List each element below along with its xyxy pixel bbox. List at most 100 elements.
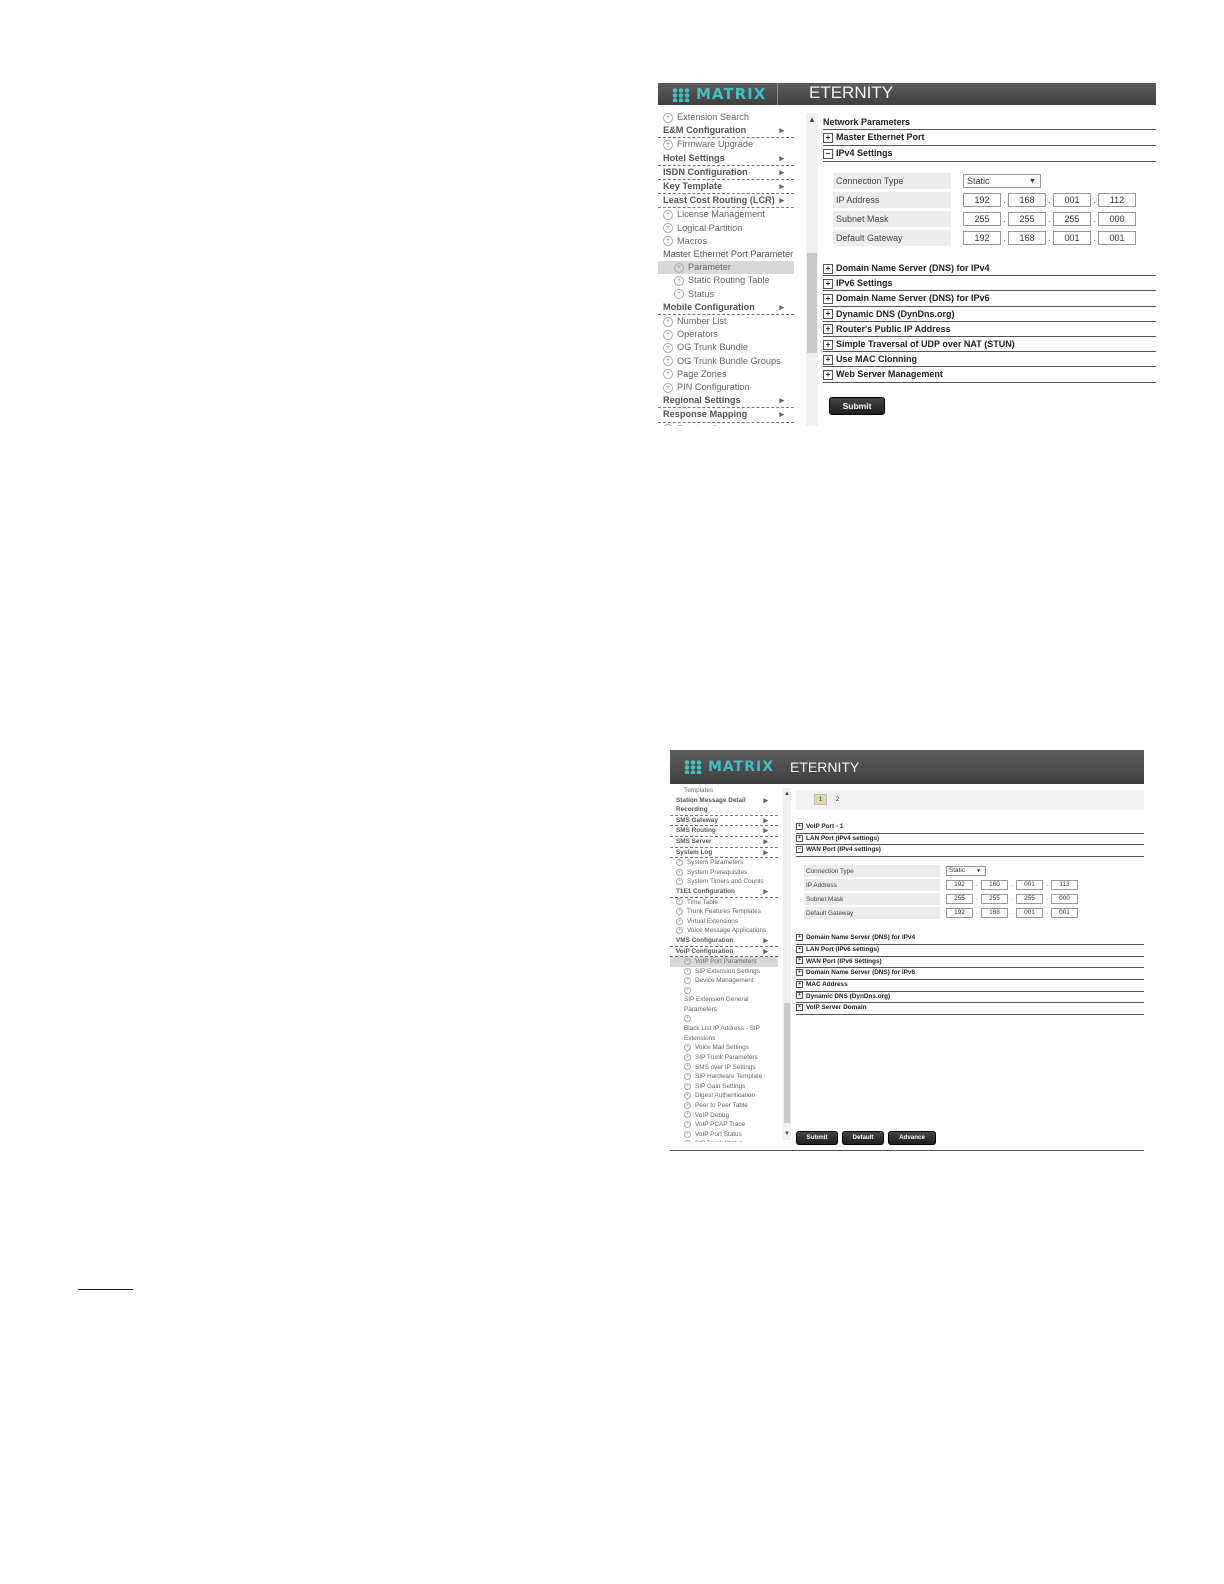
- section-ipv4-settings[interactable]: − IPv4 Settings: [823, 146, 1156, 162]
- sidebar-item-system-prerequisites[interactable]: + System Prerequisites: [670, 868, 778, 878]
- default-gateway-octet-3-input[interactable]: 001: [1053, 231, 1091, 245]
- sidebar-item-system-timers-and-counts[interactable]: + System Timers and Counts: [670, 877, 778, 887]
- sidebar-item-regional-settings[interactable]: Regional Settings: [658, 394, 794, 409]
- submit-button[interactable]: Submit: [796, 1131, 838, 1145]
- sidebar-item-sip-trunk-parameters[interactable]: + SIP Trunk Parameters: [670, 1053, 778, 1063]
- sidebar-item-black-list-ip-address-sip-extensions[interactable]: + Black List IP Address - SIP Extensions: [670, 1015, 778, 1044]
- sidebar-item-voice-message-applications[interactable]: + Voice Message Applications: [670, 926, 778, 936]
- expand-plus-icon[interactable]: +: [796, 822, 803, 830]
- sidebar-item-system-log[interactable]: System Log: [670, 848, 778, 859]
- ip-address-octet-1-input[interactable]: 192: [963, 193, 1001, 207]
- default-gateway-octet-1-input[interactable]: 192: [963, 231, 1001, 245]
- sidebar-item-isdn-configuration[interactable]: ISDN Configuration: [658, 166, 794, 181]
- section-wan-port-ipv4-settings[interactable]: − WAN Port (IPv4 settings): [796, 845, 1144, 858]
- default-gateway-octet-2-input[interactable]: 168: [981, 908, 1008, 919]
- expand-plus-icon[interactable]: +: [796, 933, 803, 941]
- default-button[interactable]: Default: [842, 1131, 884, 1145]
- expand-plus-icon[interactable]: +: [796, 980, 803, 988]
- sidebar-item-system-parameters[interactable]: + System Parameters: [670, 858, 778, 868]
- sidebar-item-sms-server[interactable]: SMS Server: [670, 837, 778, 848]
- section-voip-server-domain[interactable]: + VoIP Server Domain: [796, 1003, 1144, 1016]
- collapse-minus-icon[interactable]: −: [823, 148, 833, 159]
- ip-address-octet-3-input[interactable]: 001: [1016, 880, 1043, 891]
- sidebar-item-vms-configuration[interactable]: VMS Configuration: [670, 936, 778, 947]
- section-use-mac-clonning[interactable]: + Use MAC Clonning: [823, 352, 1156, 368]
- sidebar-item-least-cost-routing-lcr[interactable]: Least Cost Routing (LCR): [658, 194, 794, 209]
- sidebar-item-pin-configuration[interactable]: + PIN Configuration: [658, 381, 794, 394]
- scroll-up-arrow-icon[interactable]: ▲: [806, 115, 818, 125]
- sidebar-item-e-m-configuration[interactable]: E&M Configuration: [658, 124, 794, 139]
- expand-plus-icon[interactable]: +: [796, 1004, 803, 1012]
- sidebar-item-peer-to-peer-table[interactable]: + Peer to Peer Table: [670, 1101, 778, 1111]
- section-dynamic-dns-dyndns-org[interactable]: + Dynamic DNS (DynDns.org): [796, 992, 1144, 1004]
- sidebar-item-voip-debug[interactable]: + VoIP Debug: [670, 1111, 778, 1121]
- sidebar-item-operators[interactable]: + Operators: [658, 328, 794, 341]
- ip-address-octet-4-input[interactable]: 112: [1098, 193, 1136, 207]
- tab-page-2[interactable]: 2: [832, 795, 843, 804]
- sidebar-scrollbar[interactable]: ▲: [806, 113, 818, 426]
- sidebar-item-station-message-detail-recording[interactable]: Station Message Detail Recording: [670, 796, 778, 816]
- sidebar-item-key-template[interactable]: Key Template: [658, 180, 794, 195]
- scroll-up-arrow-icon[interactable]: ▲: [783, 789, 791, 799]
- section-domain-name-server-dns-for-ipv6[interactable]: + Domain Name Server (DNS) for IPv6: [823, 291, 1156, 307]
- section-domain-name-server-dns-for-ipv4[interactable]: + Domain Name Server (DNS) for IPv4: [796, 933, 1144, 945]
- section-voip-port-1[interactable]: + VoIP Port - 1: [796, 822, 1144, 834]
- ip-address-octet-2-input[interactable]: 168: [1008, 193, 1046, 207]
- sidebar-item-voip-port-parameters[interactable]: + VoIP Port Parameters: [670, 957, 778, 967]
- sidebar-item-master-ethernet-port-parameter[interactable]: Master Ethernet Port Parameter: [658, 248, 794, 261]
- default-gateway-octet-4-input[interactable]: 001: [1098, 231, 1136, 245]
- expand-plus-icon[interactable]: +: [823, 370, 833, 381]
- scrollbar-thumb[interactable]: [807, 253, 817, 353]
- sidebar-item-voip-port-status[interactable]: + VoIP Port Status: [670, 1130, 778, 1140]
- section-simple-traversal-of-udp-over-nat-stun[interactable]: + Simple Traversal of UDP over NAT (STUN): [823, 337, 1156, 353]
- scrollbar-thumb[interactable]: [784, 1003, 790, 1123]
- ip-address-octet-1-input[interactable]: 192: [946, 880, 973, 891]
- ip-address-octet-2-input[interactable]: 160: [981, 880, 1008, 891]
- sidebar-item-voice-mail-settings[interactable]: + Voice Mail Settings: [670, 1043, 778, 1053]
- sidebar-item-sip-extension-settings[interactable]: + SIP Extension Settings: [670, 967, 778, 977]
- expand-plus-icon[interactable]: +: [823, 294, 833, 305]
- sidebar-item-trunk-features-templates[interactable]: + Trunk Features Templates: [670, 907, 778, 917]
- scroll-down-arrow-icon[interactable]: ▼: [783, 1129, 791, 1139]
- sidebar-item-time-table[interactable]: + Time Table: [670, 898, 778, 908]
- sidebar-item-virtual-extensions[interactable]: + Virtual Extensions: [670, 917, 778, 927]
- sidebar-item-parameter[interactable]: + Parameter: [658, 261, 794, 275]
- sidebar-item-sip-trunk-status[interactable]: + SIP Trunk Status: [670, 1139, 778, 1142]
- sidebar-item-firmware-upgrade[interactable]: + Firmware Upgrade: [658, 138, 794, 151]
- expand-plus-icon[interactable]: +: [796, 945, 803, 953]
- expand-plus-icon[interactable]: +: [823, 278, 833, 289]
- expand-plus-icon[interactable]: +: [796, 834, 803, 842]
- sidebar-scrollbar[interactable]: ▲ ▼: [783, 788, 791, 1140]
- section-web-server-management[interactable]: + Web Server Management: [823, 367, 1156, 383]
- subnet-mask-octet-4-input[interactable]: 000: [1098, 212, 1136, 226]
- section-domain-name-server-dns-for-ipv4[interactable]: + Domain Name Server (DNS) for IPv4: [823, 261, 1156, 277]
- sidebar-item-macros[interactable]: + Macros: [658, 235, 794, 248]
- tab-page-1[interactable]: 1: [814, 794, 827, 805]
- sidebar-item-digest-authentication[interactable]: + Digest Authentication: [670, 1091, 778, 1101]
- advance-button[interactable]: Advance: [888, 1131, 936, 1145]
- subnet-mask-octet-3-input[interactable]: 255: [1053, 212, 1091, 226]
- sidebar-item-routing-group[interactable]: + Routing Group: [658, 423, 794, 426]
- section-master-ethernet-port[interactable]: + Master Ethernet Port: [823, 130, 1156, 146]
- section-router-s-public-ip-address[interactable]: + Router's Public IP Address: [823, 322, 1156, 338]
- sidebar-item-mobile-configuration[interactable]: Mobile Configuration: [658, 301, 794, 316]
- sidebar-item-page-zones[interactable]: + Page Zones: [658, 368, 794, 381]
- sidebar-item-templates[interactable]: Templates: [670, 786, 778, 796]
- section-ipv6-settings[interactable]: + IPv6 Settings: [823, 276, 1156, 292]
- expand-plus-icon[interactable]: +: [796, 969, 803, 977]
- expand-plus-icon[interactable]: +: [823, 354, 833, 365]
- section-lan-port-ipv6-settings[interactable]: + LAN Port (IPv6 settings): [796, 945, 1144, 957]
- sidebar-item-device-management[interactable]: + Device Management: [670, 976, 778, 986]
- connection-type-select[interactable]: Static: [963, 174, 1041, 188]
- sidebar-item-sms-gateway[interactable]: SMS Gateway: [670, 816, 778, 827]
- sidebar-item-sms-routing[interactable]: SMS Routing: [670, 826, 778, 837]
- subnet-mask-octet-2-input[interactable]: 255: [1008, 212, 1046, 226]
- expand-plus-icon[interactable]: +: [823, 263, 833, 274]
- ip-address-octet-4-input[interactable]: 113: [1051, 880, 1078, 891]
- connection-type-select[interactable]: Static: [946, 866, 986, 877]
- expand-plus-icon[interactable]: +: [823, 309, 833, 320]
- sidebar-item-logical-partition[interactable]: + Logical Partition: [658, 222, 794, 235]
- expand-plus-icon[interactable]: +: [796, 957, 803, 965]
- sidebar-item-hotel-settings[interactable]: Hotel Settings: [658, 152, 794, 166]
- sidebar-item-status[interactable]: + Status: [658, 288, 794, 301]
